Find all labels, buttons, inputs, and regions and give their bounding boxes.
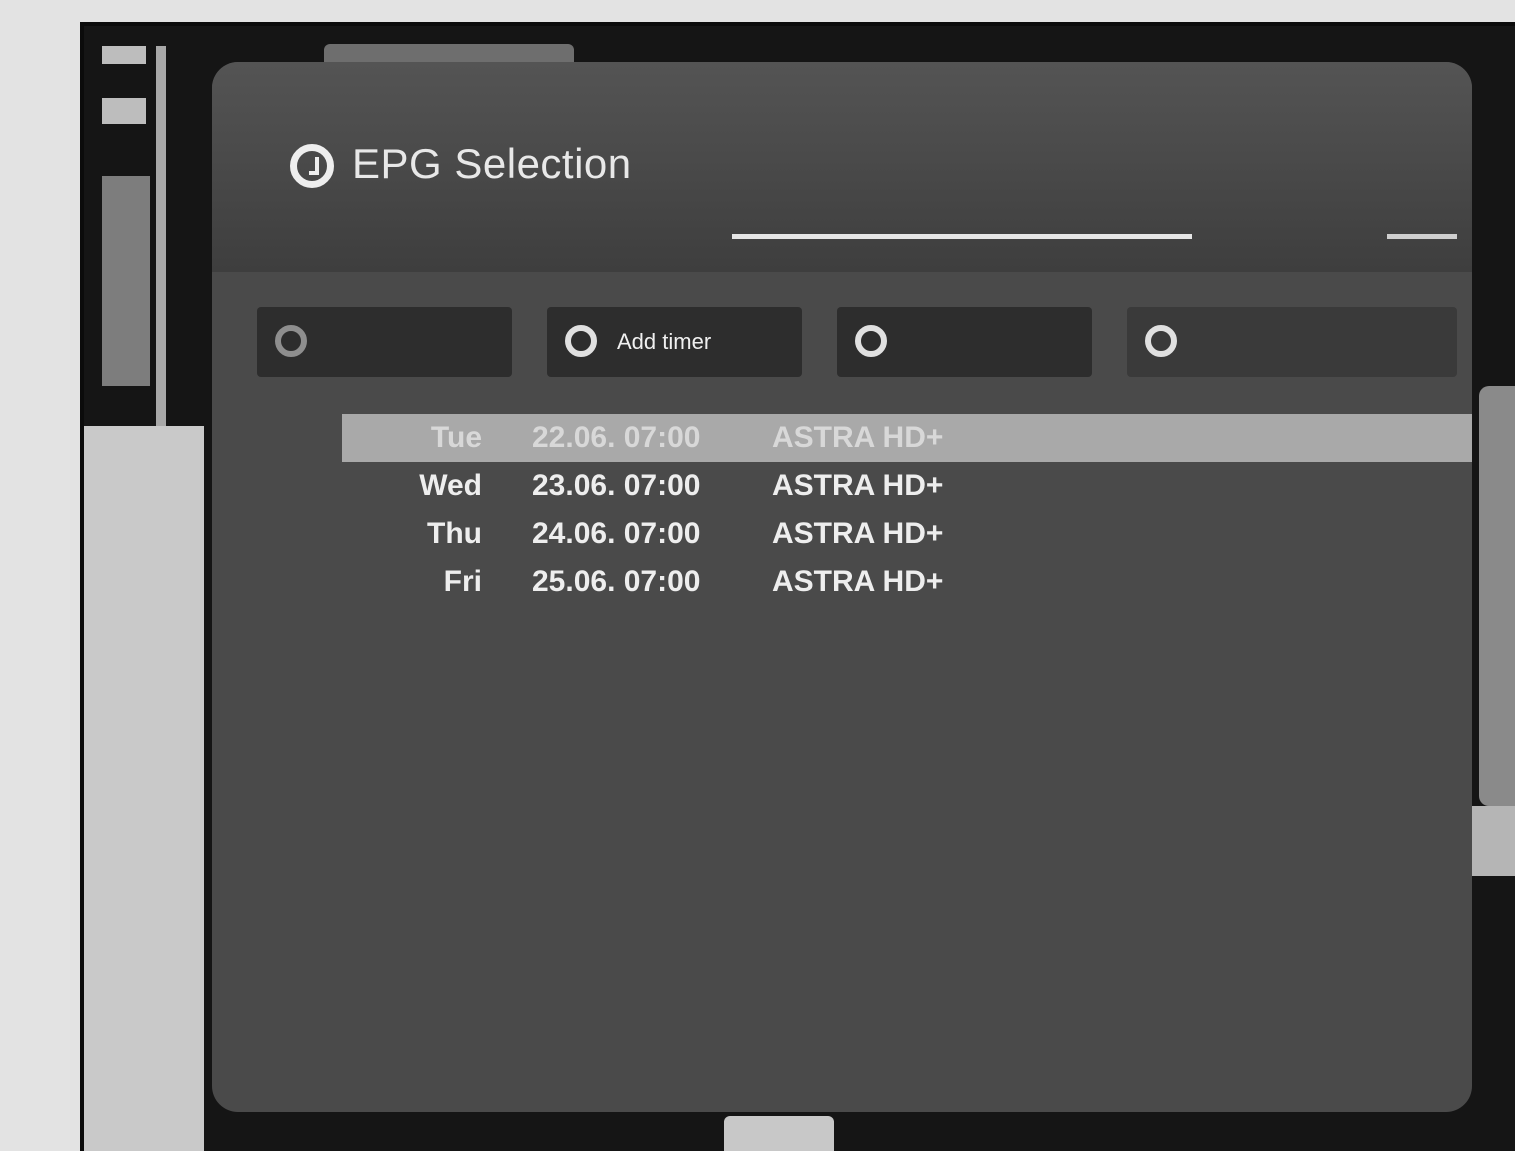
background-decoration — [102, 176, 150, 386]
blue-button-icon — [1145, 325, 1177, 357]
clock-icon — [290, 144, 334, 188]
add-timer-button-label: Add timer — [617, 329, 712, 354]
red-button[interactable] — [257, 307, 512, 377]
page: EPG Selection Add timer Tue 22.06. 07:00… — [0, 0, 1515, 1151]
background-decoration — [84, 426, 204, 1151]
epg-entry-row[interactable]: Thu 24.06. 07:00 ASTRA HD+ — [342, 510, 1472, 558]
epg-entry-row[interactable]: Wed 23.06. 07:00 ASTRA HD+ — [342, 462, 1472, 510]
epg-entry-channel: ASTRA HD+ — [772, 517, 944, 550]
epg-entry-channel: ASTRA HD+ — [772, 421, 944, 454]
background-decoration — [156, 46, 166, 426]
dialog-title-bar: EPG Selection — [212, 62, 1472, 272]
epg-entry-day: Fri — [443, 565, 482, 598]
background-decoration — [102, 46, 146, 64]
epg-entry-channel: ASTRA HD+ — [772, 469, 944, 502]
epg-entry-datetime: 22.06. 07:00 — [532, 421, 701, 454]
epg-selection-dialog: EPG Selection Add timer Tue 22.06. 07:00… — [212, 62, 1472, 1112]
epg-entry-datetime: 25.06. 07:00 — [532, 565, 701, 598]
epg-entry-channel: ASTRA HD+ — [772, 565, 944, 598]
epg-entry-day: Wed — [419, 469, 482, 502]
title-divider — [732, 234, 1192, 239]
add-timer-button[interactable]: Add timer — [547, 307, 802, 377]
blue-button[interactable] — [1127, 307, 1457, 377]
epg-entry-day: Tue — [430, 421, 482, 454]
background-decoration — [724, 1116, 834, 1151]
background-decoration — [1479, 386, 1515, 806]
epg-entry-list: Tue 22.06. 07:00 ASTRA HD+ Wed 23.06. 07… — [342, 414, 1472, 606]
tv-screen: EPG Selection Add timer Tue 22.06. 07:00… — [80, 22, 1515, 1151]
epg-entry-datetime: 24.06. 07:00 — [532, 517, 701, 550]
epg-entry-day: Thu — [427, 517, 482, 550]
yellow-button[interactable] — [837, 307, 1092, 377]
title-divider — [1387, 234, 1457, 239]
background-decoration — [102, 98, 146, 124]
color-button-row: Add timer — [257, 307, 1457, 377]
epg-entry-datetime: 23.06. 07:00 — [532, 469, 701, 502]
green-button-icon — [565, 325, 597, 357]
epg-entry-row[interactable]: Tue 22.06. 07:00 ASTRA HD+ — [342, 414, 1472, 462]
dialog-title: EPG Selection — [352, 140, 632, 187]
red-button-icon — [275, 325, 307, 357]
epg-entry-row[interactable]: Fri 25.06. 07:00 ASTRA HD+ — [342, 558, 1472, 606]
yellow-button-icon — [855, 325, 887, 357]
